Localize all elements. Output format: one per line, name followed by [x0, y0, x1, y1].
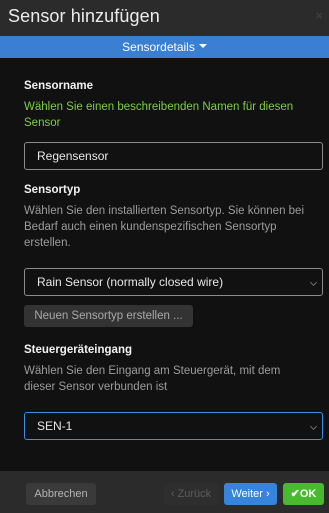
sensor-name-description: Wählen Sie einen beschreibenden Namen fü… [24, 101, 294, 129]
dialog-title: Sensor hinzufügen [8, 6, 160, 26]
back-button[interactable]: ‹ Zurück [164, 483, 218, 505]
controller-input-heading: Steuergeräteingang [24, 344, 132, 356]
next-button[interactable]: Weiter › [224, 483, 277, 505]
dialog-titlebar: Sensor hinzufügen × [0, 0, 329, 36]
sensor-type-description: Wählen Sie den installierten Sensortyp. … [24, 205, 305, 249]
sensor-type-select[interactable]: Rain Sensor (normally closed wire) [24, 268, 323, 296]
controller-input-value: SEN-1 [37, 419, 73, 433]
tab-sensordetails[interactable]: Sensordetails [0, 36, 329, 58]
ok-button[interactable]: ✔OK [283, 483, 324, 505]
chevron-down-icon [309, 278, 318, 287]
controller-input-select[interactable]: SEN-1 [24, 412, 323, 440]
tab-label: Sensordetails [122, 40, 195, 54]
add-sensor-dialog: Sensor hinzufügen × Sensordetails Sensor… [0, 0, 329, 513]
new-sensor-type-button[interactable]: Neuen Sensortyp erstellen ... [24, 305, 193, 327]
sensor-name-heading: Sensorname [24, 80, 94, 92]
sensor-name-value: Regensensor [37, 149, 109, 163]
sensor-type-heading: Sensortyp [24, 184, 81, 196]
chevron-down-icon [309, 422, 318, 431]
dialog-footer: Abbrechen ‹ Zurück Weiter › ✔OK [0, 471, 329, 513]
chevron-down-icon [198, 44, 207, 48]
close-icon[interactable]: × [315, 8, 323, 23]
sensor-type-value: Rain Sensor (normally closed wire) [37, 275, 224, 289]
sensor-name-input[interactable]: Regensensor [24, 142, 323, 170]
cancel-button[interactable]: Abbrechen [26, 483, 96, 505]
controller-input-description: Wählen Sie den Eingang am Steuergerät, m… [24, 365, 281, 393]
